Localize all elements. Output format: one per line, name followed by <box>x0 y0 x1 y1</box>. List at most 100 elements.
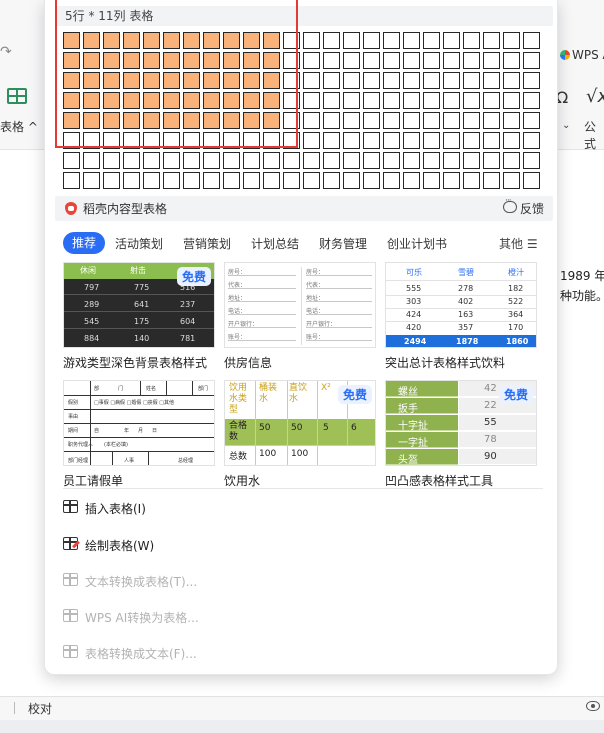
grid-cell[interactable] <box>123 32 140 49</box>
grid-cell[interactable] <box>423 172 440 189</box>
grid-cell[interactable] <box>323 52 340 69</box>
grid-cell[interactable] <box>383 52 400 69</box>
grid-cell[interactable] <box>403 152 420 169</box>
grid-cell[interactable] <box>263 152 280 169</box>
grid-cell[interactable] <box>383 132 400 149</box>
grid-cell[interactable] <box>523 52 540 69</box>
grid-cell[interactable] <box>223 152 240 169</box>
grid-cell[interactable] <box>463 152 480 169</box>
grid-cell[interactable] <box>143 172 160 189</box>
grid-cell[interactable] <box>143 132 160 149</box>
grid-cell[interactable] <box>423 32 440 49</box>
grid-cell[interactable] <box>403 132 420 149</box>
grid-cell[interactable] <box>283 112 300 129</box>
grid-cell[interactable] <box>83 112 100 129</box>
formula-button[interactable]: 公式 <box>584 118 604 152</box>
grid-cell[interactable] <box>343 152 360 169</box>
grid-cell[interactable] <box>343 72 360 89</box>
grid-cell[interactable] <box>203 52 220 69</box>
grid-cell[interactable] <box>423 92 440 109</box>
grid-cell[interactable] <box>463 132 480 149</box>
grid-cell[interactable] <box>503 132 520 149</box>
grid-cell[interactable] <box>423 72 440 89</box>
grid-cell[interactable] <box>203 172 220 189</box>
grid-cell[interactable] <box>503 32 520 49</box>
grid-cell[interactable] <box>183 52 200 69</box>
grid-cell[interactable] <box>363 52 380 69</box>
grid-cell[interactable] <box>103 92 120 109</box>
grid-cell[interactable] <box>63 112 80 129</box>
tab-recommend[interactable]: 推荐 <box>63 232 106 254</box>
grid-cell[interactable] <box>303 52 320 69</box>
grid-cell[interactable] <box>343 112 360 129</box>
grid-cell[interactable] <box>183 32 200 49</box>
grid-cell[interactable] <box>223 32 240 49</box>
grid-cell[interactable] <box>303 172 320 189</box>
grid-cell[interactable] <box>383 172 400 189</box>
grid-cell[interactable] <box>443 172 460 189</box>
grid-cell[interactable] <box>303 132 320 149</box>
grid-cell[interactable] <box>383 32 400 49</box>
grid-cell[interactable] <box>203 92 220 109</box>
grid-cell[interactable] <box>123 152 140 169</box>
grid-cell[interactable] <box>223 92 240 109</box>
grid-cell[interactable] <box>63 52 80 69</box>
grid-cell[interactable] <box>163 52 180 69</box>
grid-cell[interactable] <box>403 52 420 69</box>
grid-cell[interactable] <box>163 72 180 89</box>
grid-cell[interactable] <box>203 112 220 129</box>
grid-cell[interactable] <box>223 112 240 129</box>
grid-cell[interactable] <box>283 132 300 149</box>
grid-cell[interactable] <box>383 92 400 109</box>
tab-plan-summary[interactable]: 计划总结 <box>251 235 299 252</box>
grid-cell[interactable] <box>343 92 360 109</box>
grid-cell[interactable] <box>483 72 500 89</box>
grid-cell[interactable] <box>263 92 280 109</box>
more-categories-button[interactable]: 其他 ☰ <box>499 235 538 252</box>
grid-cell[interactable] <box>183 72 200 89</box>
grid-cell[interactable] <box>243 112 260 129</box>
grid-cell[interactable] <box>83 132 100 149</box>
grid-cell[interactable] <box>503 152 520 169</box>
grid-cell[interactable] <box>103 72 120 89</box>
grid-cell[interactable] <box>183 172 200 189</box>
grid-cell[interactable] <box>103 112 120 129</box>
grid-cell[interactable] <box>83 32 100 49</box>
grid-cell[interactable] <box>63 132 80 149</box>
grid-cell[interactable] <box>163 92 180 109</box>
grid-cell[interactable] <box>303 112 320 129</box>
grid-cell[interactable] <box>243 132 260 149</box>
grid-cell[interactable] <box>283 92 300 109</box>
grid-cell[interactable] <box>343 172 360 189</box>
grid-cell[interactable] <box>283 152 300 169</box>
tab-business-plan[interactable]: 创业计划书 <box>387 235 447 252</box>
grid-cell[interactable] <box>243 32 260 49</box>
grid-cell[interactable] <box>463 172 480 189</box>
grid-cell[interactable] <box>483 92 500 109</box>
grid-cell[interactable] <box>163 172 180 189</box>
grid-cell[interactable] <box>323 172 340 189</box>
insert-table-menu-item[interactable]: 插入表格(I) <box>63 498 363 518</box>
grid-cell[interactable] <box>83 152 100 169</box>
grid-cell[interactable] <box>383 152 400 169</box>
grid-cell[interactable] <box>463 72 480 89</box>
grid-cell[interactable] <box>343 32 360 49</box>
grid-cell[interactable] <box>503 112 520 129</box>
grid-cell[interactable] <box>423 132 440 149</box>
grid-cell[interactable] <box>183 112 200 129</box>
grid-cell[interactable] <box>123 132 140 149</box>
grid-cell[interactable] <box>63 32 80 49</box>
grid-cell[interactable] <box>243 72 260 89</box>
grid-cell[interactable] <box>183 152 200 169</box>
grid-cell[interactable] <box>303 152 320 169</box>
grid-cell[interactable] <box>323 92 340 109</box>
grid-cell[interactable] <box>403 72 420 89</box>
grid-cell[interactable] <box>103 32 120 49</box>
grid-cell[interactable] <box>123 92 140 109</box>
grid-cell[interactable] <box>443 72 460 89</box>
grid-cell[interactable] <box>243 172 260 189</box>
grid-cell[interactable] <box>383 72 400 89</box>
grid-cell[interactable] <box>143 112 160 129</box>
grid-cell[interactable] <box>383 112 400 129</box>
grid-cell[interactable] <box>223 172 240 189</box>
